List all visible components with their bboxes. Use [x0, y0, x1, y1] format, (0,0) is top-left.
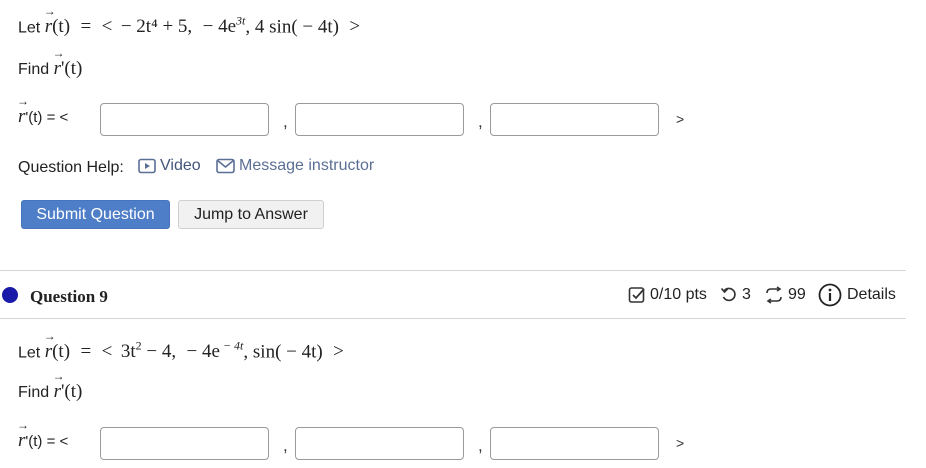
equals-sign: =: [80, 16, 92, 38]
retry-icon: [720, 286, 738, 304]
let-label: Let: [18, 19, 41, 37]
q9-comma-2: ,: [478, 436, 483, 455]
q9-answer-input-2[interactable]: [295, 427, 464, 460]
q8-answer-input-2[interactable]: [295, 103, 464, 136]
shuffle-icon: [764, 286, 784, 304]
info-icon: [818, 283, 842, 307]
component-2-exponent: 3t: [236, 14, 246, 28]
score-text: 0/10 pts: [650, 286, 707, 303]
component-2-base: − 4e: [186, 341, 220, 363]
component-3: , sin( − 4t): [243, 341, 323, 363]
vector-r: r: [17, 94, 30, 128]
versions-indicator: 99: [764, 286, 806, 304]
jump-to-answer-button[interactable]: Jump to Answer: [178, 200, 324, 229]
question-status-bullet: [2, 287, 18, 303]
close-bracket: >: [349, 16, 361, 38]
equals-sign: =: [80, 341, 92, 363]
derivative-expr: '(t): [60, 58, 83, 79]
question-divider-bottom: [0, 318, 906, 319]
q9-answer-input-3[interactable]: [490, 427, 659, 460]
vector-r: r: [44, 4, 57, 38]
video-label: Video: [160, 157, 201, 174]
vector-r: r: [53, 46, 66, 80]
q8-comma-1: ,: [283, 112, 288, 131]
q8-answer-input-3[interactable]: [490, 103, 659, 136]
q8-answer-input-1[interactable]: [100, 103, 269, 136]
video-link[interactable]: Video: [138, 157, 201, 175]
mail-icon: [216, 158, 235, 174]
q9-answer-label: r'(t) = <: [17, 418, 69, 452]
component-3: , 4 sin( − 4t): [245, 16, 339, 38]
close-bracket: >: [333, 341, 344, 363]
of-t: (t): [52, 16, 71, 38]
component-2-base: − 4e: [202, 16, 237, 38]
open-bracket: <: [101, 341, 113, 363]
question-divider-top: [0, 270, 906, 271]
q8-find-prompt: Find r'(t): [18, 46, 83, 80]
message-instructor-link[interactable]: Message instructor: [216, 157, 374, 175]
answer-prefix: '(t) = <: [25, 433, 69, 450]
submit-question-button[interactable]: Submit Question: [21, 200, 170, 229]
derivative-expr: '(t): [60, 381, 83, 402]
q9-find-prompt: Find r'(t): [18, 369, 83, 403]
q9-answer-input-1[interactable]: [100, 427, 269, 460]
message-instructor-label: Message instructor: [239, 157, 375, 174]
vector-r: r: [53, 369, 66, 403]
retries-indicator: 3: [720, 286, 751, 304]
q8-answer-label: r'(t) = <: [17, 94, 69, 128]
component-1: − 2t⁴ + 5,: [120, 16, 193, 38]
component-2-exponent: − 4t: [219, 339, 244, 353]
retries-count: 3: [742, 286, 751, 303]
component-1-base: 3t: [120, 341, 136, 363]
vector-r: r: [17, 418, 30, 452]
answer-prefix: '(t) = <: [25, 109, 69, 126]
q9-comma-1: ,: [283, 436, 288, 455]
checkbox-icon: [628, 286, 646, 304]
of-t: (t): [52, 341, 71, 363]
details-button[interactable]: Details: [818, 283, 896, 307]
q8-function-definition: Let r(t) = < − 2t⁴ + 5, − 4e3t, 4 sin( −…: [18, 4, 478, 42]
q9-function-definition: Let r(t) = < 3t2 − 4, − 4e − 4t, sin( − …: [18, 329, 438, 367]
find-label: Find: [18, 384, 50, 401]
score-indicator: 0/10 pts: [628, 286, 707, 304]
details-label: Details: [847, 286, 896, 303]
question-help-label: Question Help:: [18, 159, 124, 176]
q9-closing-bracket: >: [676, 435, 685, 451]
q8-closing-bracket: >: [676, 111, 685, 127]
vector-r: r: [44, 329, 57, 363]
let-label: Let: [18, 344, 41, 362]
find-label: Find: [18, 61, 50, 78]
versions-count: 99: [788, 286, 806, 303]
component-1-rest: − 4,: [141, 341, 177, 363]
q8-comma-2: ,: [478, 112, 483, 131]
open-bracket: <: [101, 16, 113, 38]
question-title: Question 9: [30, 287, 108, 306]
video-icon: [138, 158, 156, 174]
